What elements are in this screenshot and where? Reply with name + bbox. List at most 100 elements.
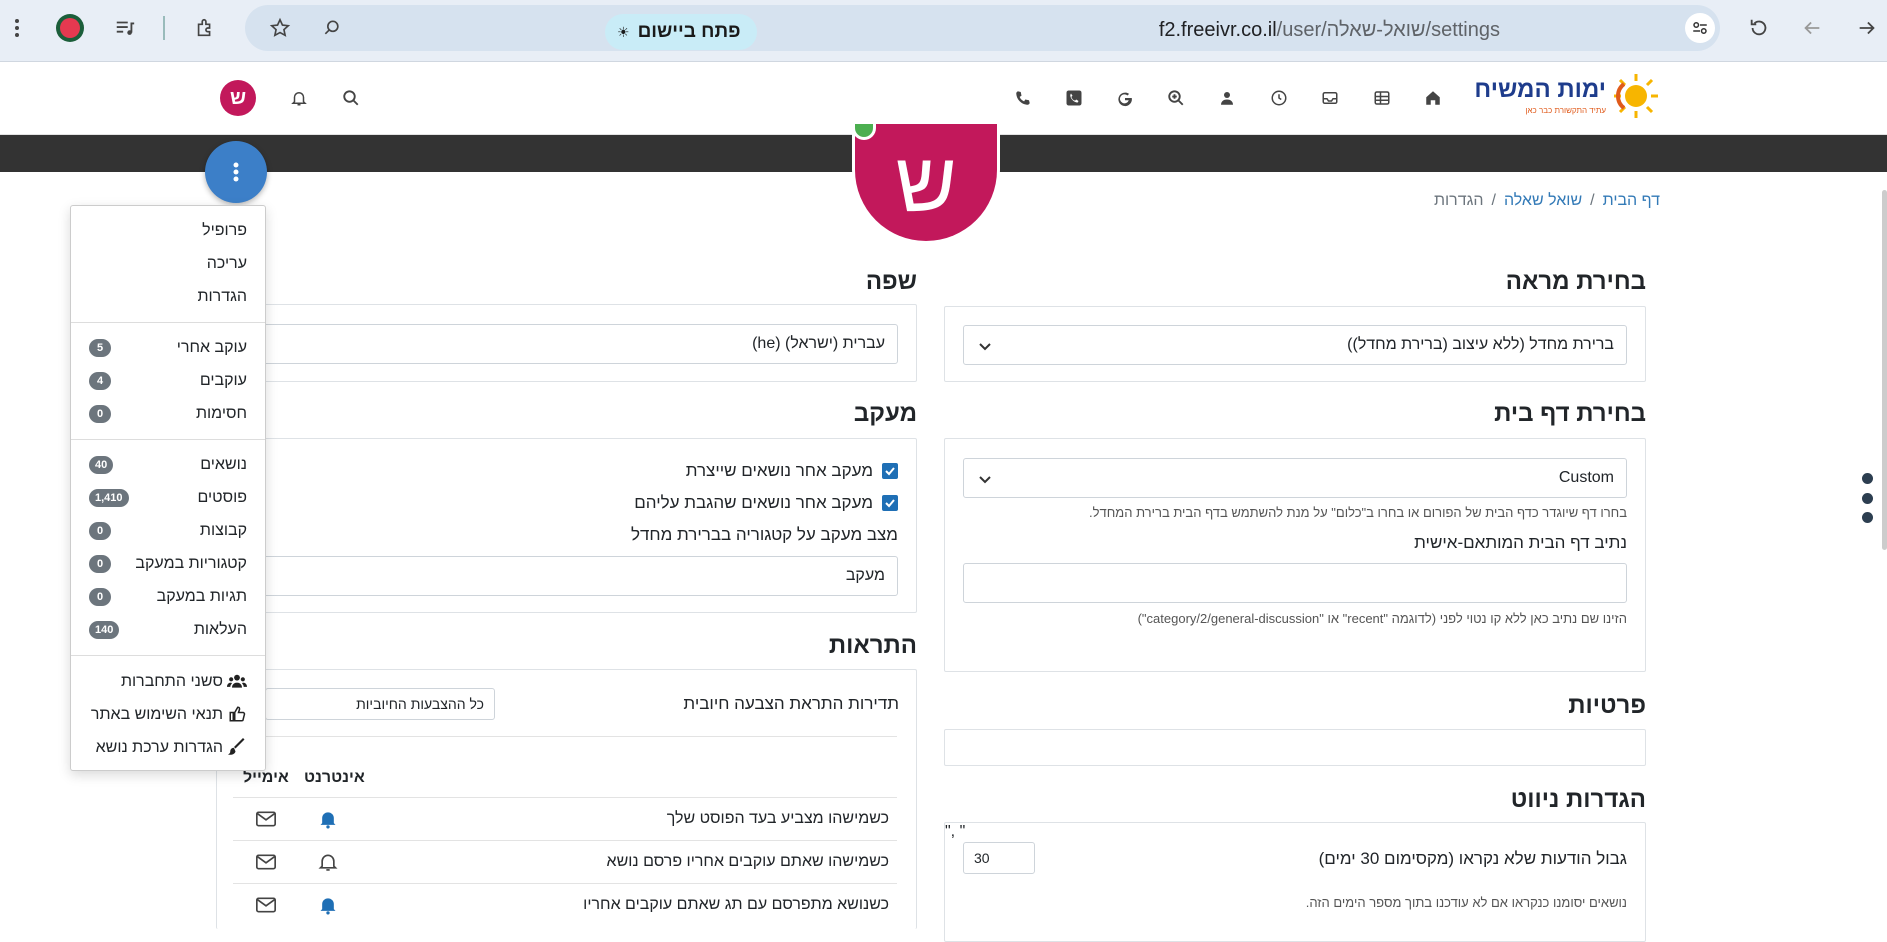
category-watch-value: מעקב [845, 567, 885, 584]
menu-item-posts[interactable]: פוסטים [197, 489, 247, 507]
toolbar-divider [163, 16, 165, 40]
breadcrumb-current: הגדרות [1433, 192, 1484, 209]
vertical-dots-icon [233, 162, 239, 182]
profile-menu-button[interactable] [205, 141, 267, 203]
notification-row-label: כשמישהו מצביע בעד הפוסט שלך [666, 810, 889, 827]
zoom-icon[interactable] [317, 13, 347, 43]
unread-cutoff-help: נושאים יסומנו כנקראו אם לא עודכנו בתוך מ… [1305, 895, 1627, 910]
follow-replied-checkbox[interactable] [882, 495, 898, 511]
col-email-header: אימייל [243, 769, 289, 786]
menu-item-topics[interactable]: נושאים [200, 456, 247, 474]
breadcrumb: דף הבית / שואל שאלה / הגדרות [1434, 192, 1660, 210]
app-logo-icon: ☀ [617, 23, 630, 40]
watch-card: מעקב אחר נושאים שייצרת מעקב אחר נושאים ש… [216, 438, 917, 613]
breadcrumb-user[interactable]: שואל שאלה [1504, 192, 1582, 210]
language-value: עברית (ישראל) (he) [752, 335, 885, 352]
homepage-value: Custom [1558, 469, 1614, 486]
appearance-value: ברירת מחדל (ללא עיצוב (ברירת מחדל)) [1347, 336, 1614, 353]
custom-route-input[interactable] [963, 563, 1627, 603]
appearance-title: בחירת מראה [1505, 268, 1646, 295]
open-in-app-button[interactable]: פתח ביישום ☀ [605, 14, 757, 50]
menu-item-groups[interactable]: קבוצות [200, 522, 247, 540]
mail-icon[interactable] [256, 897, 276, 913]
bell-outline-icon[interactable] [318, 852, 338, 872]
site-logo[interactable]: ימות המשיח עתיד התקשורת כבר כאן [1474, 68, 1658, 124]
col-web-header: אינטרנט [304, 769, 365, 786]
bell-filled-icon[interactable] [318, 809, 338, 829]
menu-item-terms[interactable]: תנאי השימוש באתר [91, 706, 223, 724]
category-watch-select[interactable]: מעקב [235, 556, 898, 596]
menu-item-settings[interactable]: הגדרות [197, 288, 247, 306]
followers-count-badge: 4 [89, 372, 111, 390]
home-icon[interactable] [1421, 86, 1445, 110]
breadcrumb-home[interactable]: דף הבית [1603, 192, 1660, 210]
inbox-icon[interactable] [1318, 86, 1342, 110]
notification-row-label: כשנושא מתפרסם עם תג שאתם עוקבים אחריו [583, 896, 889, 913]
language-card: עברית (ישראל) (he) [216, 304, 917, 382]
menu-item-following[interactable]: עוקב אחרי [177, 339, 247, 357]
logo-subtext: עתיד התקשורת כבר כאן [1525, 106, 1606, 115]
homepage-help: בחרו דף שיוגדר כדף הבית של הפורום או בחר… [1089, 505, 1627, 520]
section-nav-dot[interactable] [1862, 493, 1873, 504]
menu-item-followers[interactable]: עוקבים [200, 372, 247, 390]
google-icon[interactable] [1113, 86, 1137, 110]
mail-icon[interactable] [256, 811, 276, 827]
language-title: שפה [865, 268, 917, 295]
url-text: f2.freeivr.co.il/user/שואל-שאלה/settings [1158, 19, 1500, 41]
forward-icon[interactable] [1852, 13, 1882, 43]
notifications-title: התראות [828, 632, 917, 659]
watched-categories-count-badge: 0 [89, 555, 111, 573]
homepage-select[interactable]: Custom [963, 458, 1627, 498]
section-nav-dot[interactable] [1862, 473, 1873, 484]
menu-item-watched-categories[interactable]: קטגוריות במעקב [135, 555, 247, 573]
menu-item-sessions[interactable]: סשני התחברות [121, 673, 223, 691]
unread-cutoff-input[interactable]: 30 [963, 842, 1035, 874]
chevron-down-icon [979, 343, 991, 351]
follow-created-label: מעקב אחר נושאים שייצרת [685, 461, 873, 480]
bell-icon[interactable] [287, 86, 311, 110]
media-icon[interactable] [110, 13, 140, 43]
custom-route-label: נתיב דף הבית המותאם-אישית [1414, 533, 1627, 552]
user-avatar[interactable]: ש [220, 80, 256, 116]
menu-item-uploads[interactable]: העלאות [194, 621, 247, 639]
profile-avatar: ש [852, 124, 1000, 244]
table-icon[interactable] [1370, 86, 1394, 110]
profile-dropdown-menu: פרופיל עריכה הגדרות עוקב אחרי 5 עוקבים 4… [70, 205, 266, 771]
menu-item-theme-settings[interactable]: הגדרות ערכת נושא [96, 739, 223, 757]
browser-toolbar: f2.freeivr.co.il/user/שואל-שאלה/settings… [0, 0, 1887, 62]
search-plus-icon[interactable] [1164, 86, 1188, 110]
page-scrollbar[interactable] [1882, 190, 1887, 550]
profile-icon[interactable] [55, 13, 85, 43]
section-nav-dot[interactable] [1862, 512, 1873, 523]
language-select[interactable]: עברית (ישראל) (he) [235, 324, 898, 364]
menu-divider [71, 322, 265, 323]
phone-square-icon[interactable] [1062, 86, 1086, 110]
custom-route-help: הזינו שם נתיב כאן ללא קו נטוי לפני (לדוג… [1137, 611, 1627, 626]
breadcrumb-separator: / [1491, 192, 1496, 209]
bell-filled-icon[interactable] [318, 895, 338, 915]
extensions-icon[interactable] [190, 13, 220, 43]
reload-icon[interactable] [1744, 13, 1774, 43]
clock-icon[interactable] [1267, 86, 1291, 110]
follow-created-checkbox[interactable] [882, 463, 898, 479]
star-icon[interactable] [265, 13, 295, 43]
menu-item-edit[interactable]: עריכה [207, 255, 247, 273]
notification-row: כשנושא מתפרסם עם תג שאתם עוקבים אחריו [233, 883, 897, 923]
site-settings-icon[interactable] [1685, 13, 1715, 43]
appearance-select[interactable]: ברירת מחדל (ללא עיצוב (ברירת מחדל)) [963, 325, 1627, 365]
upvote-frequency-value: כל ההצבעות החיוביות [356, 696, 484, 712]
upvote-frequency-select[interactable]: כל ההצבעות החיוביות [265, 688, 495, 720]
category-watch-label: מצב מעקב על קטגוריה בברירת מחדל [630, 525, 898, 544]
menu-item-profile[interactable]: פרופיל [202, 222, 247, 240]
address-bar[interactable]: f2.freeivr.co.il/user/שואל-שאלה/settings… [245, 5, 1720, 51]
search-icon[interactable] [339, 86, 363, 110]
phone-icon[interactable] [1011, 86, 1035, 110]
menu-item-watched-tags[interactable]: תגיות במעקב [157, 588, 247, 606]
more-icon[interactable] [2, 13, 32, 43]
mail-icon[interactable] [256, 854, 276, 870]
back-icon[interactable] [1797, 13, 1827, 43]
menu-item-blocks[interactable]: חסימות [196, 405, 247, 423]
upvote-frequency-label: תדירות התראת הצבעה חיובית [683, 694, 899, 713]
user-icon[interactable] [1215, 86, 1239, 110]
watch-title: מעקב [853, 400, 917, 427]
